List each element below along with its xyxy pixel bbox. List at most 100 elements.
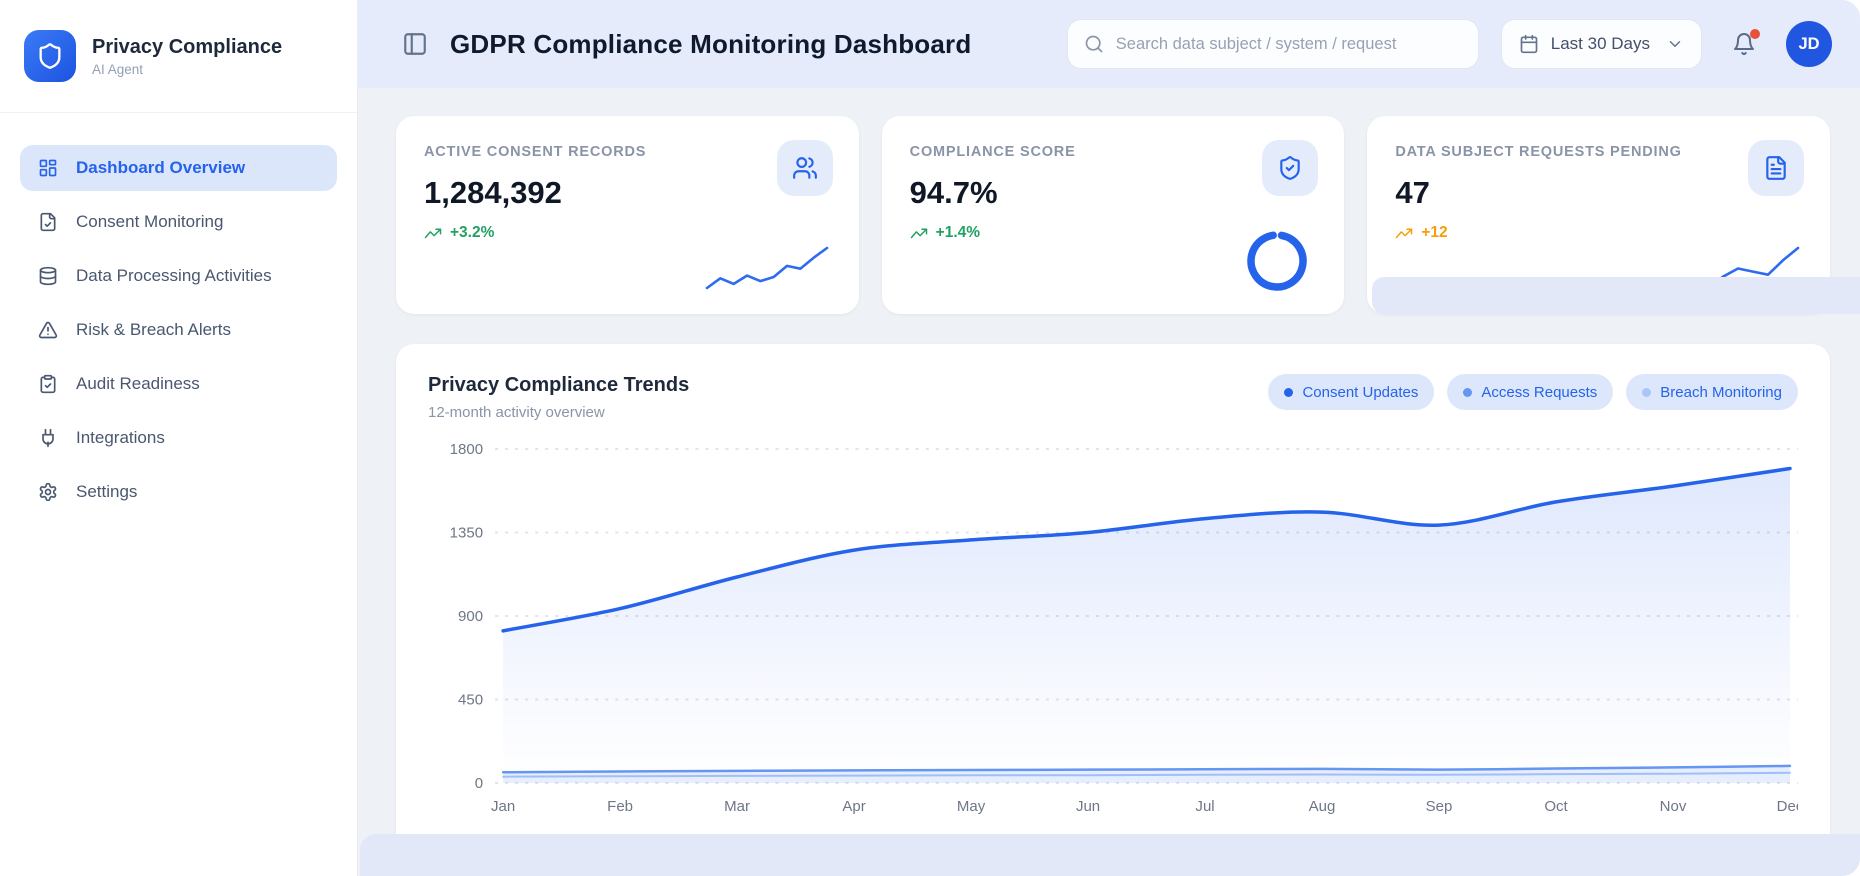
content: ACTIVE CONSENT RECORDS 1,284,392 +3.2% C… — [358, 88, 1860, 876]
y-axis-tick: 1800 — [450, 441, 483, 458]
x-axis-tick: Apr — [842, 798, 865, 815]
trending-up-icon — [1396, 228, 1413, 239]
x-axis-tick: Jun — [1076, 798, 1100, 815]
search-bar[interactable] — [1066, 19, 1479, 69]
sidebar-nav: Dashboard Overview Consent Monitoring Da… — [0, 113, 357, 515]
legend-label: Breach Monitoring — [1660, 383, 1782, 401]
database-icon — [38, 266, 58, 286]
main-area: GDPR Compliance Monitoring Dashboard Las… — [358, 0, 1860, 876]
search-input[interactable] — [1115, 34, 1462, 54]
chart-title: Privacy Compliance Trends — [428, 374, 690, 396]
chart-legend: Consent Updates Access Requests Breach M… — [1268, 374, 1798, 410]
shield-icon — [24, 30, 76, 82]
area-fill-consent-updates — [503, 468, 1790, 783]
sidebar-item-label: Settings — [76, 482, 138, 501]
sidebar: Privacy Compliance AI Agent Dashboard Ov… — [0, 0, 358, 876]
trending-up-icon — [424, 228, 442, 239]
legend-dot — [1463, 387, 1473, 397]
x-axis-tick: Nov — [1660, 798, 1687, 815]
date-range-label: Last 30 Days — [1550, 34, 1650, 53]
calendar-icon — [1519, 34, 1539, 54]
legend-label: Consent Updates — [1302, 383, 1419, 401]
stat-delta: +3.2% — [424, 224, 831, 242]
x-axis-tick: Dec — [1777, 798, 1798, 815]
stat-delta: +12 — [1395, 224, 1802, 242]
stat-label: DATA SUBJECT REQUESTS PENDING — [1395, 144, 1682, 160]
brand-text: Privacy Compliance AI Agent — [92, 36, 282, 77]
legend-chip-breach-monitoring[interactable]: Breach Monitoring — [1626, 374, 1798, 410]
legend-dot — [1284, 387, 1294, 397]
x-axis-tick: Sep — [1426, 798, 1453, 815]
y-axis-tick: 1350 — [450, 525, 483, 542]
search-icon — [1084, 34, 1104, 54]
y-axis-tick: 900 — [458, 608, 483, 625]
y-axis-tick: 0 — [475, 775, 483, 792]
legend-chip-consent-updates[interactable]: Consent Updates — [1268, 374, 1435, 410]
app-window: Privacy Compliance AI Agent Dashboard Ov… — [0, 0, 1860, 876]
sidebar-item-settings[interactable]: Settings — [20, 469, 337, 515]
shield-check-icon — [1262, 140, 1319, 196]
sidebar-item-audit-readiness[interactable]: Audit Readiness — [20, 361, 337, 407]
file-check-icon — [38, 212, 58, 232]
legend-dot — [1642, 387, 1652, 397]
stat-value: 47 — [1395, 175, 1430, 211]
trending-up-icon — [910, 228, 927, 239]
sidebar-item-risk-breach-alerts[interactable]: Risk & Breach Alerts — [20, 307, 337, 353]
grid-icon — [38, 158, 58, 178]
lavender-strip-top — [1372, 277, 1860, 314]
alert-triangle-icon — [38, 320, 58, 340]
avatar[interactable]: JD — [1786, 21, 1832, 67]
date-range-dropdown[interactable]: Last 30 Days — [1500, 19, 1702, 69]
sidebar-item-label: Dashboard Overview — [76, 158, 246, 177]
stat-value: 1,284,392 — [424, 175, 562, 211]
sidebar-item-consent-monitoring[interactable]: Consent Monitoring — [20, 199, 337, 245]
chart-header: Privacy Compliance Trends 12-month activ… — [428, 374, 1798, 421]
stat-label: COMPLIANCE SCORE — [909, 144, 1076, 160]
x-axis-tick: Jan — [491, 798, 515, 815]
file-text-icon — [1748, 140, 1805, 196]
trend-area-chart: 0 450 900 1350 1800 Jan Feb Mar Apr May Jun Jul Aug S… — [450, 441, 1798, 815]
stat-card-active-consent-records: ACTIVE CONSENT RECORDS 1,284,392 +3.2% — [396, 116, 859, 314]
chevron-down-icon — [1666, 35, 1684, 53]
gear-icon — [38, 482, 58, 502]
clipboard-check-icon — [38, 374, 58, 394]
users-icon — [776, 140, 833, 196]
legend-label: Access Requests — [1481, 383, 1598, 401]
brand-subtitle: AI Agent — [92, 61, 144, 77]
x-axis-tick: Jul — [1195, 798, 1214, 815]
x-axis-tick: Oct — [1544, 798, 1568, 815]
trend-chart-card: Privacy Compliance Trends 12-month activ… — [396, 344, 1830, 876]
sidebar-toggle-icon[interactable] — [402, 31, 428, 57]
sidebar-item-label: Data Processing Activities — [76, 266, 272, 285]
plug-icon — [38, 428, 58, 448]
sidebar-item-dashboard-overview[interactable]: Dashboard Overview — [20, 145, 337, 191]
sidebar-item-label: Integrations — [76, 428, 165, 447]
brand: Privacy Compliance AI Agent — [0, 0, 357, 112]
sidebar-item-integrations[interactable]: Integrations — [20, 415, 337, 461]
chart-subtitle: 12-month activity overview — [428, 404, 605, 421]
sidebar-item-label: Audit Readiness — [76, 374, 200, 393]
sidebar-item-label: Consent Monitoring — [76, 212, 224, 231]
sparkline-path — [705, 246, 828, 290]
progress-ring-arc — [1247, 231, 1308, 291]
chart-titles: Privacy Compliance Trends 12-month activ… — [428, 374, 689, 421]
legend-chip-access-requests[interactable]: Access Requests — [1447, 374, 1614, 410]
notifications-button[interactable] — [1732, 29, 1760, 56]
x-axis-tick: Aug — [1309, 798, 1336, 815]
x-axis-tick: Mar — [724, 798, 750, 815]
sparkline-chart — [705, 246, 828, 290]
stat-card-compliance-score: COMPLIANCE SCORE 94.7% +1.4% — [881, 116, 1345, 314]
brand-title: Privacy Compliance — [92, 35, 283, 58]
notification-dot — [1750, 29, 1760, 39]
stat-value: 94.7% — [909, 175, 998, 211]
stat-delta-value: +3.2% — [450, 224, 495, 242]
header: GDPR Compliance Monitoring Dashboard Las… — [358, 0, 1860, 88]
y-axis-tick: 450 — [458, 692, 483, 709]
x-axis-tick: May — [957, 798, 986, 815]
stat-delta-value: +1.4% — [935, 224, 981, 242]
x-axis-tick: Feb — [607, 798, 633, 815]
stat-label: ACTIVE CONSENT RECORDS — [424, 144, 647, 160]
sidebar-item-data-processing-activities[interactable]: Data Processing Activities — [20, 253, 337, 299]
page-title: GDPR Compliance Monitoring Dashboard — [450, 28, 972, 59]
progress-ring — [1247, 231, 1308, 291]
